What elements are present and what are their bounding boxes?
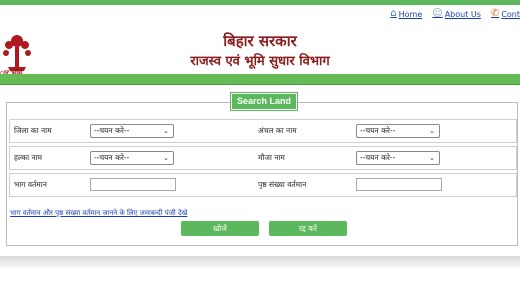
district-select-value: --चयन करे-- [94, 126, 130, 135]
halka-label: हल्का नाम [14, 153, 43, 162]
search-button[interactable]: खोजें [181, 221, 259, 236]
page-number-label: पृष्ठ संख्या वर्तमान [258, 180, 307, 189]
search-land-panel: जिला का नाम --चयन करे-- ⌄ अंचल का नाम --… [6, 102, 518, 246]
mauja-label: मौजा नाम [258, 153, 285, 162]
chevron-down-icon: ⌄ [163, 127, 169, 135]
contact-link[interactable]: ✆ Cont [491, 9, 520, 19]
page-number-input[interactable] [356, 178, 442, 191]
search-land-legend: Search Land [231, 93, 297, 110]
bhag-input[interactable] [90, 178, 176, 191]
about-us-link-label: About Us [444, 9, 481, 19]
department-title: राजस्व एवं भूमि सुधार विभाग [190, 54, 330, 69]
halka-select[interactable]: --चयन करे-- ⌄ [90, 151, 174, 165]
footer-shadow [0, 256, 520, 270]
home-link[interactable]: ⌂ Home [390, 9, 422, 19]
home-link-label: Home [398, 9, 423, 19]
about-us-link[interactable]: ☺ About Us [432, 9, 481, 19]
district-circle-row: जिला का नाम --चयन करे-- ⌄ अंचल का नाम --… [9, 119, 517, 143]
halka-mauja-row: हल्का नाम --चयन करे-- ⌄ मौजा नाम --चयन क… [9, 146, 517, 170]
bhag-label: भाग वर्तमान [14, 180, 47, 189]
chevron-down-icon: ⌄ [429, 154, 435, 162]
mauja-select-value: --चयन करे-- [360, 153, 396, 162]
top-links: ⌂ Home ☺ About Us ✆ Cont [380, 6, 520, 22]
home-icon: ⌂ [390, 8, 397, 19]
mauja-select[interactable]: --चयन करे-- ⌄ [356, 151, 440, 165]
district-select[interactable]: --चयन करे-- ⌄ [90, 124, 174, 138]
header-green-bar [0, 74, 520, 85]
circle-select-value: --चयन करे-- [360, 126, 396, 135]
chevron-down-icon: ⌄ [429, 127, 435, 135]
phone-icon: ✆ [490, 8, 500, 19]
circle-label: अंचल का नाम [258, 126, 297, 135]
jamabandi-link[interactable]: भाग वर्तमान और पृष्ठ संख्या वर्तमान जानन… [10, 209, 187, 218]
halka-select-value: --चयन करे-- [94, 153, 130, 162]
chevron-down-icon: ⌄ [163, 154, 169, 162]
bhag-page-row: भाग वर्तमान पृष्ठ संख्या वर्तमान [9, 173, 517, 197]
people-icon: ☺ [432, 8, 443, 19]
cancel-button[interactable]: रद्द करें [269, 221, 347, 236]
district-label: जिला का नाम [14, 126, 52, 135]
page-title: बिहार सरकार [223, 32, 297, 50]
contact-link-label: Cont [501, 9, 520, 19]
circle-select[interactable]: --चयन करे-- ⌄ [356, 124, 440, 138]
